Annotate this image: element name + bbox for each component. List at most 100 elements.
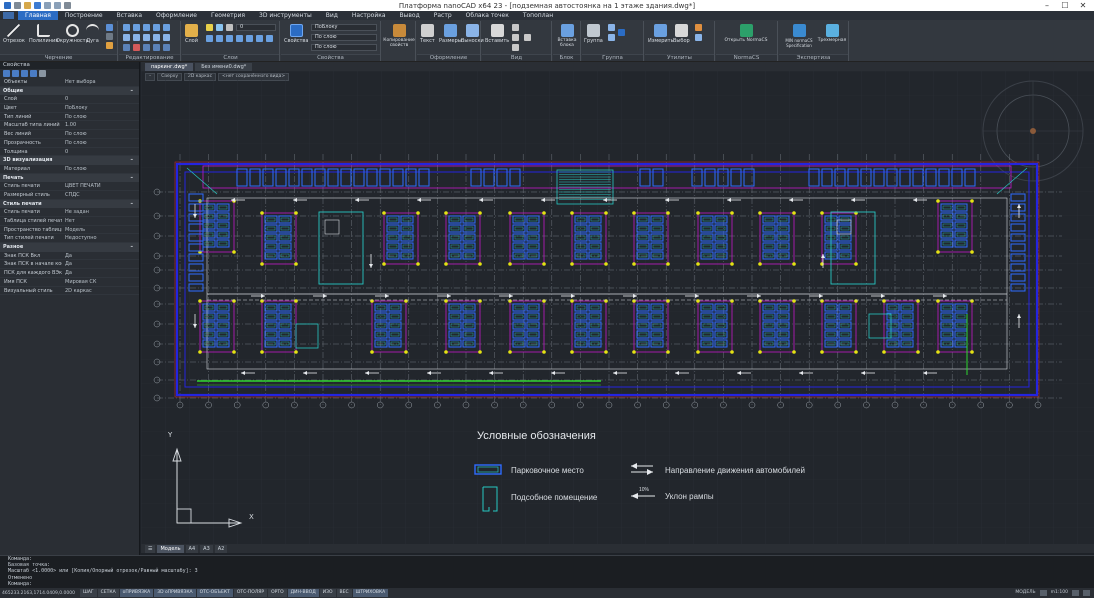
layer-merge-icon[interactable] <box>256 35 263 42</box>
print-icon[interactable] <box>64 2 71 9</box>
property-value[interactable]: По слою <box>62 113 139 121</box>
property-row[interactable]: Знак ПСК в начале коорд.Да <box>0 260 139 270</box>
tab-3d-tools[interactable]: 3D инструменты <box>252 11 319 20</box>
maximize-icon[interactable]: ☐ <box>1056 0 1074 11</box>
text-button[interactable]: Текст <box>420 24 435 44</box>
layout-tabs-menu-icon[interactable]: ☰ <box>145 544 156 553</box>
settings-icon[interactable] <box>1083 590 1090 596</box>
app-logo-icon[interactable] <box>4 2 11 9</box>
tab-layout-a4[interactable]: А4 <box>185 544 199 553</box>
layer-button[interactable]: Слой <box>185 24 198 44</box>
dimensions-button[interactable]: Размеры <box>439 24 462 44</box>
arc-button[interactable]: Дуга <box>86 24 99 44</box>
command-line[interactable]: Команда: Базовая точка: Масштаб <1.0000>… <box>0 555 1094 588</box>
group-edit-icon[interactable] <box>618 29 625 36</box>
hatch-icon[interactable] <box>106 33 113 40</box>
minimize-icon[interactable]: – <box>1038 0 1056 11</box>
annotation-scale[interactable]: m1:100 <box>1051 589 1068 597</box>
explode-icon[interactable] <box>123 44 130 51</box>
property-row[interactable]: ПСК для каждого ВЭкранаДа <box>0 269 139 278</box>
select-button[interactable]: Выбор <box>673 24 690 44</box>
new-file-icon[interactable] <box>14 2 21 9</box>
space-indicator[interactable]: МОДЕЛЬ <box>1015 589 1035 597</box>
property-section-header[interactable]: Разное – <box>0 243 139 252</box>
close-icon[interactable]: ✕ <box>1074 0 1092 11</box>
layer-state-icon[interactable] <box>206 35 213 42</box>
layer-on-icon[interactable] <box>206 24 213 31</box>
ungroup-icon[interactable] <box>608 24 615 31</box>
property-value[interactable]: Нет <box>62 217 139 225</box>
group-button[interactable]: Группа <box>584 24 603 44</box>
paste-special-icon[interactable] <box>512 44 519 51</box>
open-normacs-button[interactable]: Открыть NormaCS <box>719 24 773 43</box>
property-section-header[interactable]: Стиль печати – <box>0 199 139 209</box>
redo-icon[interactable] <box>54 2 61 9</box>
workspace-icon[interactable] <box>1072 590 1079 596</box>
tab-settings[interactable]: Настройка <box>345 11 393 20</box>
tab-annotate[interactable]: Оформление <box>149 11 204 20</box>
property-row[interactable]: Размерный стиль СПДС <box>0 191 139 200</box>
doc-tab-parking[interactable]: паркинг.dwg* <box>145 63 194 71</box>
status-toggle-button[interactable]: ОРТО <box>268 589 287 597</box>
copy-icon[interactable] <box>133 24 140 31</box>
status-toggle-button[interactable]: ИЗО <box>319 589 336 597</box>
copy-clip-icon[interactable] <box>512 34 519 41</box>
linetype-dropdown[interactable]: По слою <box>311 34 377 41</box>
tab-point-clouds[interactable]: Облака точек <box>459 11 516 20</box>
erase-icon[interactable] <box>133 44 140 51</box>
property-row[interactable]: Толщина 0 <box>0 148 139 157</box>
tab-layout-a2[interactable]: А2 <box>214 544 228 553</box>
color-dropdown[interactable]: ПоБлоку <box>311 24 377 31</box>
property-value[interactable]: Не задан <box>62 208 139 216</box>
copy-base-icon[interactable] <box>524 34 531 41</box>
property-value[interactable]: Модель <box>62 226 139 234</box>
status-toggle-button[interactable]: оПРИВЯЗКА <box>119 589 154 597</box>
layer-lock-icon[interactable] <box>226 24 233 31</box>
undo-icon[interactable] <box>44 2 51 9</box>
polyline-button[interactable]: Полилиния <box>29 24 58 44</box>
status-toggle-button[interactable]: ДИН-ВВОД <box>287 589 319 597</box>
trim-icon[interactable] <box>123 34 130 41</box>
move-icon[interactable] <box>123 24 130 31</box>
array-icon[interactable] <box>153 34 160 41</box>
collapse-icon[interactable]: – <box>131 87 134 96</box>
status-toggle-button[interactable]: ОТС-ПОЛЯР <box>233 589 268 597</box>
line-button[interactable]: Отрезок <box>3 24 25 44</box>
tab-build[interactable]: Построение <box>58 11 110 20</box>
layer-delete-icon[interactable] <box>266 35 273 42</box>
quick-select-icon[interactable] <box>695 24 702 31</box>
status-toggle-button[interactable]: ВЕС <box>336 589 352 597</box>
property-value[interactable]: ЦВЕТ ПЕЧАТИ <box>62 182 139 190</box>
break-icon[interactable] <box>163 44 170 51</box>
extend-icon[interactable] <box>133 34 140 41</box>
layer-walk-icon[interactable] <box>246 35 253 42</box>
status-toggle-button[interactable]: 3D оПРИВЯЗКА <box>154 589 196 597</box>
drawing-canvas[interactable]: – Сверху 2D каркас <нет сохранённого вид… <box>141 71 1094 544</box>
status-toggle-button[interactable]: ШАГ <box>80 589 97 597</box>
select-similar-icon[interactable] <box>608 34 615 41</box>
property-row[interactable]: Материал По слою <box>0 165 139 174</box>
property-value[interactable]: Да <box>62 260 139 268</box>
point-icon[interactable] <box>106 42 113 49</box>
status-toggle-button[interactable]: ОТС-ОБЪЕКТ <box>196 589 233 597</box>
mirror-icon[interactable] <box>153 24 160 31</box>
status-toggle-button[interactable]: ШТРИХОВКА <box>352 589 389 597</box>
property-section-header[interactable]: Печать – <box>0 173 139 183</box>
match-properties-button[interactable]: Копирование свойств <box>383 24 415 48</box>
save-icon[interactable] <box>34 2 41 9</box>
property-row[interactable]: Визуальный стиль 2D каркас <box>0 287 139 296</box>
fillet-icon[interactable] <box>163 34 170 41</box>
property-value[interactable]: По слою <box>62 165 139 173</box>
tab-home[interactable]: Главная <box>18 11 58 20</box>
properties-button[interactable]: Свойства <box>284 24 308 44</box>
rotate-icon[interactable] <box>143 24 150 31</box>
lineweight-dropdown[interactable]: По слою <box>311 44 377 51</box>
paste-button[interactable]: Вставить <box>485 24 509 44</box>
tab-view[interactable]: Вид <box>319 11 345 20</box>
command-input[interactable]: Команда: <box>0 581 1094 587</box>
collapse-icon[interactable]: – <box>131 174 134 183</box>
rectangle-icon[interactable] <box>106 24 113 31</box>
property-value[interactable]: По слою <box>62 139 139 147</box>
property-row[interactable]: Тип стилей печати Недоступно <box>0 234 139 244</box>
layer-dropdown[interactable]: 0 <box>236 24 276 31</box>
